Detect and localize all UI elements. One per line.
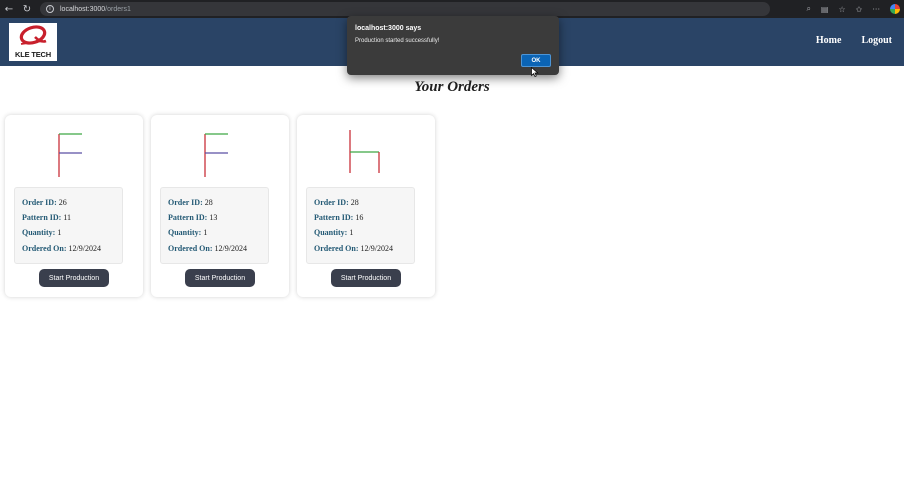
favorites-icon[interactable]: ✩ — [856, 5, 863, 14]
quantity-row: Quantity: 1 — [168, 227, 268, 242]
address-bar[interactable]: i localhost:3000/orders1 — [40, 2, 770, 16]
ordered-on-row: Ordered On: 12/9/2024 — [22, 243, 122, 258]
quantity-value: 1 — [57, 228, 62, 238]
url-path: /orders1 — [105, 5, 131, 13]
pattern-id-row: Pattern ID: 11 — [22, 212, 122, 227]
ok-button[interactable]: OK — [521, 54, 551, 67]
copilot-icon[interactable] — [890, 4, 900, 14]
reader-icon[interactable]: ▤ — [821, 5, 829, 14]
pattern-id-label: Pattern ID: — [168, 213, 208, 223]
reload-icon[interactable]: ↻ — [18, 0, 36, 18]
header-nav: Home Logout — [816, 35, 892, 46]
ordered-on-label: Ordered On: — [314, 243, 359, 253]
zoom-icon[interactable]: ⌕ — [806, 4, 810, 14]
order-details: Order ID: 28 Pattern ID: 16 Quantity: 1 … — [306, 187, 415, 264]
pattern-preview — [204, 133, 228, 177]
pattern-id-label: Pattern ID: — [22, 213, 62, 223]
back-icon[interactable]: ← — [0, 0, 18, 18]
pattern-id-row: Pattern ID: 16 — [314, 212, 414, 227]
mouse-cursor-icon — [531, 67, 539, 77]
pattern-preview — [58, 133, 82, 177]
more-options-icon[interactable]: ··· — [872, 5, 880, 14]
quantity-label: Quantity: — [22, 228, 56, 238]
url-host: localhost:3000 — [60, 5, 106, 13]
order-card: Order ID: 26 Pattern ID: 11 Quantity: 1 … — [5, 115, 143, 297]
order-id-value: 28 — [350, 198, 359, 207]
start-production-button[interactable]: Start Production — [39, 269, 109, 287]
pattern-id-label: Pattern ID: — [314, 213, 354, 223]
quantity-label: Quantity: — [168, 228, 202, 238]
favorite-star-icon[interactable]: ☆ — [838, 5, 845, 14]
quantity-row: Quantity: 1 — [22, 227, 122, 242]
alert-dialog: localhost:3000 says Production started s… — [347, 16, 559, 75]
pattern-id-value: 11 — [63, 213, 72, 223]
ordered-on-value: 12/9/2024 — [68, 243, 101, 253]
site-info-icon[interactable]: i — [46, 5, 54, 13]
ordered-on-label: Ordered On: — [22, 243, 67, 253]
ordered-on-label: Ordered On: — [168, 243, 213, 253]
page-title: Your Orders — [414, 79, 490, 95]
order-id-label: Order ID: — [314, 198, 349, 207]
order-id-row: Order ID: 28 — [168, 197, 268, 212]
url-text: localhost:3000/orders1 — [60, 6, 131, 13]
ordered-on-row: Ordered On: 12/9/2024 — [314, 243, 414, 258]
order-id-label: Order ID: — [168, 198, 203, 207]
logout-link[interactable]: Logout — [861, 35, 892, 46]
ordered-on-row: Ordered On: 12/9/2024 — [168, 243, 268, 258]
pattern-id-row: Pattern ID: 13 — [168, 212, 268, 227]
ordered-on-value: 12/9/2024 — [360, 243, 393, 253]
kle-tech-logo: KLE TECH — [9, 23, 57, 61]
quantity-value: 1 — [203, 228, 208, 238]
pattern-id-value: 13 — [209, 213, 218, 223]
order-id-value: 26 — [58, 198, 67, 207]
home-link[interactable]: Home — [816, 35, 842, 46]
dialog-title: localhost:3000 says — [355, 25, 422, 32]
order-card: Order ID: 28 Pattern ID: 13 Quantity: 1 … — [151, 115, 289, 297]
order-details: Order ID: 28 Pattern ID: 13 Quantity: 1 … — [160, 187, 269, 264]
quantity-row: Quantity: 1 — [314, 227, 414, 242]
order-id-row: Order ID: 26 — [22, 197, 122, 212]
order-id-value: 28 — [204, 198, 213, 207]
logo-mark-icon — [19, 25, 47, 45]
quantity-label: Quantity: — [314, 228, 348, 238]
quantity-value: 1 — [349, 228, 354, 238]
logo-text: KLE TECH — [15, 50, 51, 59]
order-id-label: Order ID: — [22, 198, 57, 207]
ordered-on-value: 12/9/2024 — [214, 243, 247, 253]
pattern-preview — [349, 130, 380, 173]
order-id-row: Order ID: 28 — [314, 197, 414, 212]
dialog-message: Production started successfully! — [355, 38, 440, 44]
pattern-id-value: 16 — [355, 213, 364, 223]
order-card: Order ID: 28 Pattern ID: 16 Quantity: 1 … — [297, 115, 435, 297]
start-production-button[interactable]: Start Production — [185, 269, 255, 287]
start-production-button[interactable]: Start Production — [331, 269, 401, 287]
order-details: Order ID: 26 Pattern ID: 11 Quantity: 1 … — [14, 187, 123, 264]
